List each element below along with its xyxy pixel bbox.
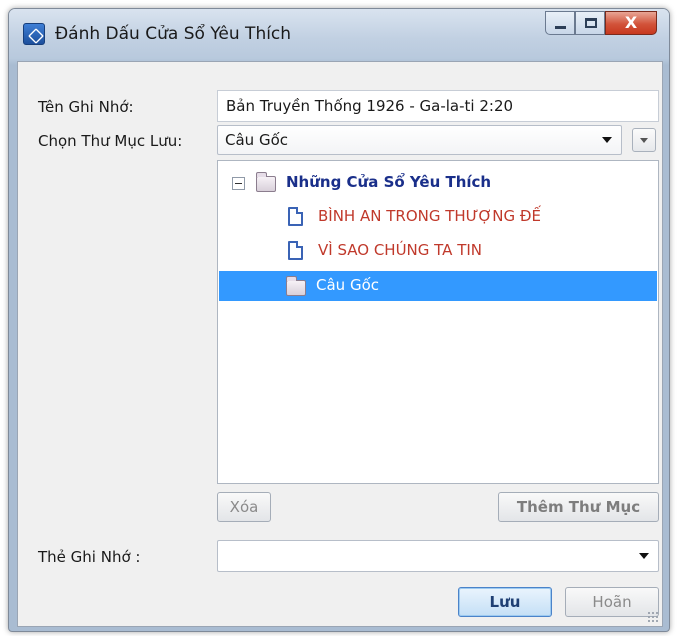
folder-tree[interactable]: Những Cửa Sổ Yêu Thích BÌNH AN TRONG THƯ… [217, 160, 659, 484]
title-bar[interactable]: Đánh Dấu Cửa Sổ Yêu Thích X [9, 9, 669, 59]
tree-node-label: VÌ SAO CHÚNG TA TIN [318, 241, 483, 259]
bookmark-name-input[interactable]: Bản Truyền Thống 1926 - Ga-la-ti 2:20 [217, 90, 659, 122]
minimize-button[interactable] [545, 11, 575, 35]
close-icon: X [624, 13, 638, 32]
folder-select[interactable]: Câu Gốc [217, 125, 622, 155]
add-folder-button[interactable]: Thêm Thư Mục [498, 492, 659, 522]
folder-select-value: Câu Gốc [225, 131, 288, 149]
chevron-down-icon [639, 553, 649, 559]
folder-label: Chọn Thư Mục Lưu: [38, 132, 183, 150]
document-icon [288, 241, 303, 260]
document-icon [288, 207, 303, 226]
chevron-down-icon [640, 138, 648, 143]
window-controls: X [545, 11, 657, 35]
tag-select[interactable] [217, 540, 659, 572]
delete-button[interactable]: Xóa [217, 492, 271, 522]
bookmark-dialog: Đánh Dấu Cửa Sổ Yêu Thích X Tên Ghi Nhớ:… [8, 8, 670, 632]
app-icon [23, 23, 45, 45]
chevron-down-icon [602, 137, 612, 143]
folder-options-button[interactable] [632, 128, 656, 152]
tree-node-document[interactable]: VÌ SAO CHÚNG TA TIN [288, 237, 648, 267]
window-title: Đánh Dấu Cửa Sổ Yêu Thích [55, 24, 292, 44]
tree-node-folder-selected[interactable]: Câu Gốc [286, 271, 646, 301]
bookmark-name-label: Tên Ghi Nhớ: [38, 98, 134, 116]
folder-icon [286, 276, 306, 296]
save-button[interactable]: Lưu [458, 587, 552, 617]
dialog-body: Tên Ghi Nhớ: Bản Truyền Thống 1926 - Ga-… [17, 61, 663, 627]
tag-label: Thẻ Ghi Nhớ : [38, 548, 141, 566]
tree-node-label: Câu Gốc [316, 276, 379, 294]
minimize-icon [555, 26, 566, 29]
tree-root-label: Những Cửa Sổ Yêu Thích [286, 173, 492, 191]
collapse-icon[interactable] [232, 177, 245, 190]
resize-grip[interactable] [647, 611, 659, 623]
cancel-button[interactable]: Hoãn [565, 587, 659, 617]
maximize-icon [585, 18, 597, 28]
tree-node-document[interactable]: BÌNH AN TRONG THƯỢNG ĐẾ [288, 203, 648, 233]
tree-node-label: BÌNH AN TRONG THƯỢNG ĐẾ [318, 207, 541, 225]
folder-icon [256, 172, 276, 192]
tree-node-root[interactable]: Những Cửa Sổ Yêu Thích [232, 169, 652, 199]
close-button[interactable]: X [605, 11, 657, 35]
maximize-button[interactable] [575, 11, 605, 35]
